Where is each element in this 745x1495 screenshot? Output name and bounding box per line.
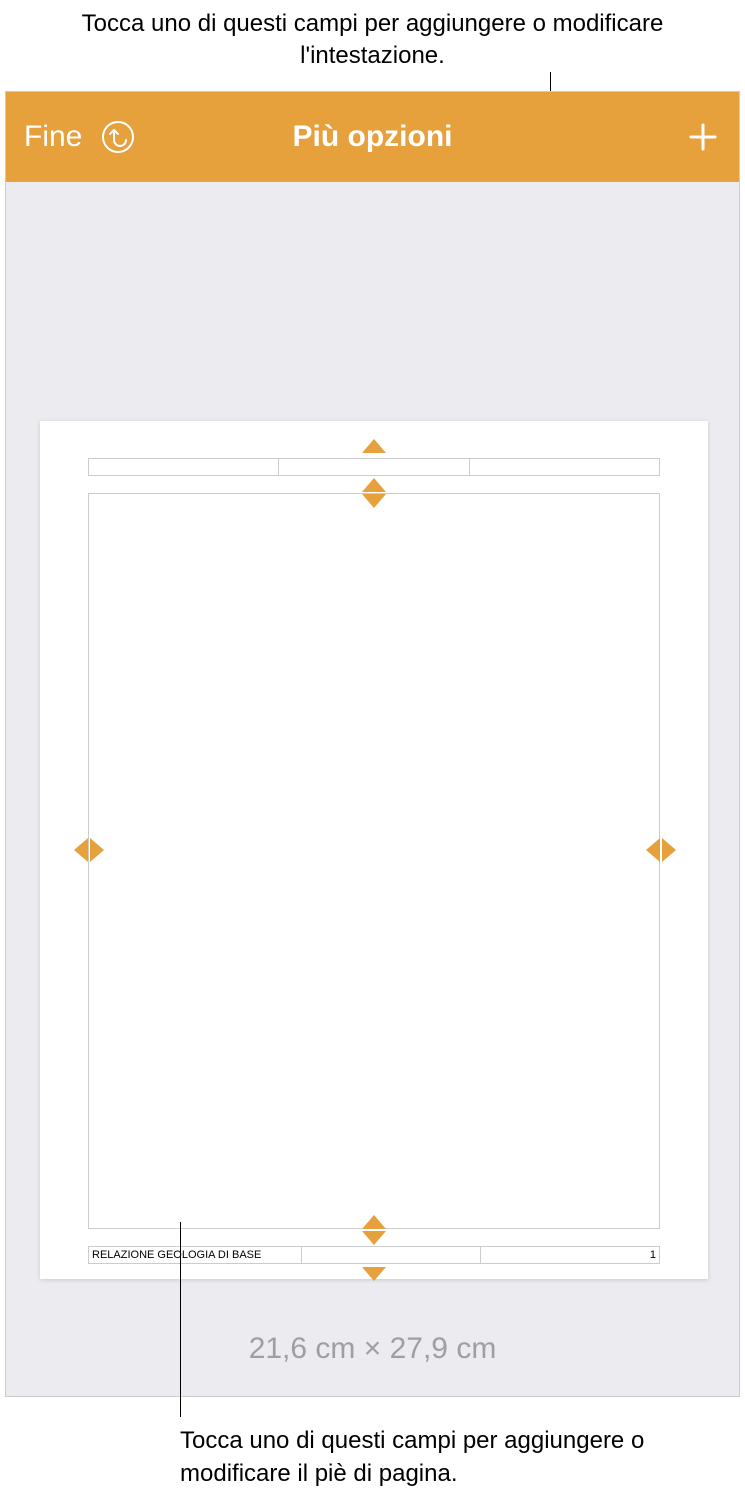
header-field-center[interactable] [279,459,469,475]
document-body[interactable] [88,493,660,1229]
chevron-left-icon [74,838,88,862]
undo-button[interactable] [100,119,136,155]
footer-field-left[interactable]: RELAZIONE GEOLOGIA DI BASE [89,1247,302,1263]
footer-field-right[interactable]: 1 [481,1247,659,1263]
header-field-right[interactable] [470,459,659,475]
chevron-right-icon [662,838,676,862]
done-button[interactable]: Fine [24,120,82,154]
toolbar-title: Più opzioni [293,120,453,154]
toolbar: Fine Più opzioni [6,92,739,182]
chevron-up-icon [362,439,386,453]
undo-icon [100,119,136,155]
chevron-down-icon [362,1267,386,1281]
document-page: RELAZIONE GEOLOGIA DI BASE 1 [40,421,708,1279]
chevron-up-icon [362,478,386,492]
callout-header: Tocca uno di questi campi per aggiungere… [0,8,745,73]
callout-footer: Tocca uno di questi campi per aggiungere… [180,1425,740,1490]
chevron-down-icon [362,1231,386,1245]
chevron-left-icon [646,838,660,862]
page-dimensions: 21,6 cm × 27,9 cm [6,1332,739,1366]
chevron-right-icon [90,838,104,862]
margin-handle-body-bottom[interactable] [362,1215,386,1243]
app-window: Fine Più opzioni [5,91,740,1397]
margin-handle-header-top[interactable] [362,439,386,453]
header-field-left[interactable] [89,459,279,475]
margin-handle-footer-bottom[interactable] [362,1267,386,1281]
page-area: RELAZIONE GEOLOGIA DI BASE 1 21,6 cm × 2… [6,182,739,1396]
add-button[interactable] [685,119,721,155]
margin-handle-right[interactable] [646,838,674,862]
plus-icon [685,119,721,155]
margin-handle-left[interactable] [74,838,102,862]
footer-row: RELAZIONE GEOLOGIA DI BASE 1 [88,1246,660,1264]
toolbar-left-group: Fine [24,119,136,155]
footer-field-center[interactable] [302,1247,481,1263]
callout-line-footer [180,1222,181,1417]
header-row [88,458,660,476]
chevron-up-icon [362,1215,386,1229]
